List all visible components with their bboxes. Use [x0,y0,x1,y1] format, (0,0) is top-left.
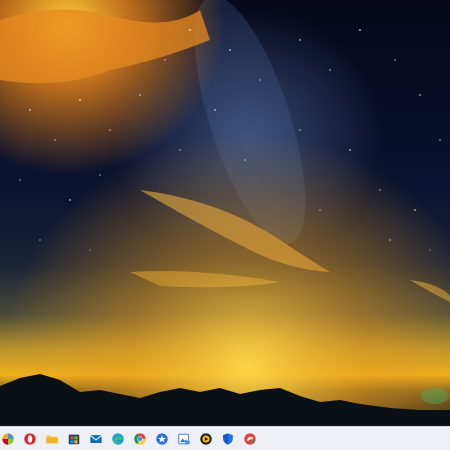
mail-icon[interactable] [88,430,104,448]
taskbar [0,426,450,450]
shield-security-icon[interactable] [220,430,236,448]
edge-browser-icon[interactable] [110,430,126,448]
red-app-icon[interactable] [242,430,258,448]
desktop [0,0,450,450]
image-viewer-icon[interactable] [176,430,192,448]
chrome-browser-icon[interactable] [132,430,148,448]
media-player-icon[interactable] [198,430,214,448]
colorful-app-icon[interactable] [0,430,16,448]
blue-star-app-icon[interactable] [154,430,170,448]
opera-browser-icon[interactable] [22,430,38,448]
windows-store-icon[interactable] [66,430,82,448]
desktop-wallpaper [0,0,450,426]
file-explorer-icon[interactable] [44,430,60,448]
